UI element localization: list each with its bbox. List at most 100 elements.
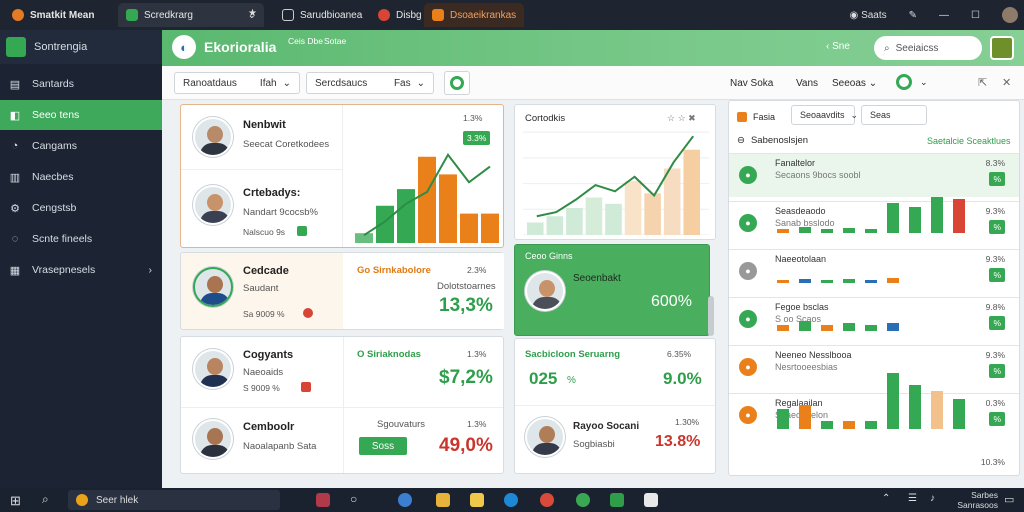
mini-bar	[777, 229, 789, 233]
sidebar-item-2[interactable]: ◔ Cangams	[0, 131, 162, 161]
chart-bar	[460, 213, 478, 243]
browser-icon[interactable]	[398, 493, 412, 507]
tray-chevron-icon[interactable]: ⌃	[882, 493, 890, 504]
chart-actions[interactable]: ☆ ☆ ✖	[667, 113, 696, 124]
tab-third[interactable]: Sarudbioanea	[274, 3, 370, 27]
tab-second[interactable]: Scredkrarg ⌄	[118, 3, 264, 27]
sidebar-item-3[interactable]: ▥ Naecbes	[0, 162, 162, 192]
avatar	[193, 267, 233, 307]
chart-bar	[439, 174, 457, 243]
view-dropdown[interactable]: Seeoas ⌄	[832, 78, 877, 89]
maximize-icon[interactable]: ☐	[971, 10, 980, 21]
chrome-icon[interactable]	[540, 493, 554, 507]
header-subtitle: Ceis Dbe	[288, 36, 323, 46]
extensions-icon[interactable]: ✎	[909, 10, 917, 21]
sidebar-item-1[interactable]: ◧ Seeo tens	[0, 100, 162, 130]
user-avatar[interactable]	[1002, 7, 1018, 23]
panel-filter-3[interactable]: Seas	[861, 105, 927, 125]
tab-app[interactable]: Smatkit Mean	[4, 3, 102, 27]
stat-left-unit: %	[567, 375, 576, 386]
sidebar-item-4[interactable]: ⚙ Cengstsb	[0, 193, 162, 223]
sidebar-item-label: Cangams	[32, 140, 77, 152]
tab-label: Dsoaeikrankas	[450, 9, 517, 21]
network-icon[interactable]: ☰	[908, 493, 917, 504]
metric-small: 1.3%	[463, 113, 483, 123]
close-icon[interactable]: ✕	[1002, 76, 1011, 89]
filter-label: Ranoatdaus	[183, 77, 237, 89]
taskbar-search-label: Seer hlek	[96, 494, 139, 506]
filter-dropdown-2[interactable]: Sercdsaucs Fas ⌄	[306, 72, 434, 94]
minimize-icon[interactable]: —	[939, 10, 949, 21]
folder-icon[interactable]	[436, 493, 450, 507]
clock[interactable]: Sarbes Sanrasoos	[952, 490, 998, 510]
sidebar-item-label: Naecbes	[32, 171, 74, 183]
filter-dropdown-1[interactable]: Ranoatdaus Ifah ⌄	[174, 72, 300, 94]
profile-icon[interactable]: ◉ Saats	[850, 10, 887, 21]
sidebar-item-label: Vrasepnesels	[32, 264, 96, 276]
action-button[interactable]: Soss	[359, 437, 407, 455]
app-logo-icon	[12, 9, 24, 21]
search-input[interactable]: Seeiaicss	[896, 43, 939, 54]
header-meta-2: Sotae	[324, 36, 346, 47]
volume-icon[interactable]: ♪	[930, 493, 935, 504]
mini-bar	[821, 229, 833, 233]
view-toggle[interactable]: Vans	[796, 78, 818, 89]
avatar	[193, 419, 233, 459]
excel-icon[interactable]	[610, 493, 624, 507]
share-icon[interactable]: ⇱	[978, 76, 987, 89]
row-status-icon: ●	[739, 358, 757, 376]
stat-small: 6.35%	[667, 349, 692, 359]
panel-filter-1[interactable]: Fasia	[737, 107, 775, 127]
line-chart	[523, 131, 709, 235]
app-icon[interactable]	[316, 493, 330, 507]
back-link[interactable]: ‹ Sne	[826, 41, 850, 52]
tab-favicon-icon	[432, 9, 444, 21]
dashboard-icon: ▤	[9, 78, 21, 91]
metric-value: 13,3%	[439, 295, 493, 316]
mini-bar	[821, 421, 833, 429]
row-value: 9.3%	[985, 254, 1005, 264]
filter-label: Sercdsaucs	[315, 77, 368, 89]
star-icon[interactable]: ★	[248, 8, 257, 19]
sidebar-item-5[interactable]: ◌ Scnte fineels	[0, 224, 162, 254]
app-logo-icon	[6, 37, 26, 57]
search-icon[interactable]: ⌕	[42, 492, 49, 507]
taskbar-search[interactable]: Seer hlek	[68, 490, 280, 510]
edge-icon[interactable]	[504, 493, 518, 507]
user-avatar[interactable]	[990, 36, 1014, 60]
chart-bar	[585, 197, 603, 235]
tab-fifth[interactable]: Dsoaeikrankas	[424, 3, 525, 27]
sidebar-item-0[interactable]: ▤ Santards	[0, 69, 162, 99]
chart-bar	[683, 149, 700, 235]
mini-bar	[887, 373, 899, 429]
refresh-button[interactable]	[444, 71, 470, 95]
files-icon[interactable]	[470, 493, 484, 507]
mini-bar	[843, 421, 855, 429]
tab-fourth[interactable]: Disbg	[370, 3, 430, 27]
section-link[interactable]: Saetalcie Sceaktlues	[927, 136, 1011, 146]
row-value: 0.3%	[985, 398, 1005, 408]
notifications-icon[interactable]: ▭	[1004, 493, 1014, 506]
mini-bar	[909, 385, 921, 429]
chart-title: Cortodkis	[525, 113, 566, 124]
funnels-icon: ◌	[11, 233, 19, 245]
chevron-down-icon[interactable]: ⌄	[920, 77, 928, 88]
row-chip: %	[989, 316, 1005, 330]
chrome-alt-icon[interactable]	[576, 493, 590, 507]
mini-bar	[909, 207, 921, 233]
filter-label: Fasia	[753, 112, 776, 122]
person-meta: Sa 9009 %	[243, 309, 285, 319]
task-view-icon[interactable]: ○	[350, 492, 357, 506]
store-icon[interactable]	[644, 493, 658, 507]
sidebar-item-6[interactable]: ▦ Vrasepnesels ›	[0, 255, 162, 285]
panel-filter-2[interactable]: Seoaavdits ⌄	[791, 105, 858, 125]
filter-icon	[737, 112, 747, 122]
search-box[interactable]: ⌕ Seeiaicss	[874, 36, 982, 60]
brand-logo-icon: ◐	[172, 35, 196, 59]
scrollbar[interactable]	[708, 296, 714, 336]
mini-bar	[821, 325, 833, 331]
mini-bar	[843, 279, 855, 283]
windows-start-icon[interactable]: ⊞	[10, 493, 21, 509]
sidebar-item-label: Cengstsb	[32, 202, 77, 214]
person-name: Nenbwit	[243, 119, 286, 131]
